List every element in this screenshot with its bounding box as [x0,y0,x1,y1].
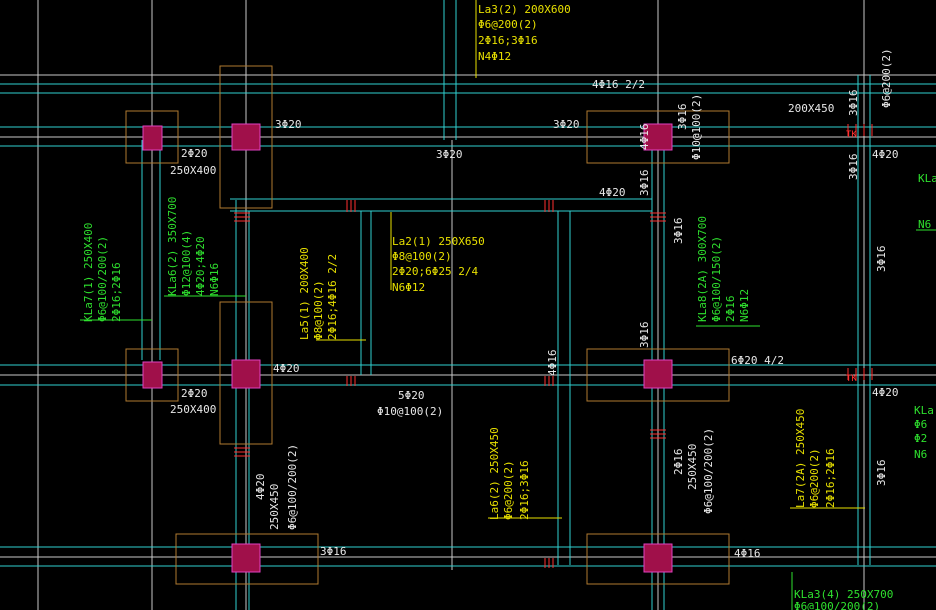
col-3phi16-bottom: 3Φ16 [847,90,860,117]
la5-bars: 2Φ16;4Φ16 2/2 [326,254,339,340]
kla6-n: N6Φ16 [208,263,221,296]
v-4phi20: 4Φ20 [254,474,267,501]
v-stirrup: Φ6@100/200(2) [702,428,715,514]
column-core[interactable] [142,125,163,151]
la7-title[interactable]: La7(2A) 250X450 [794,409,807,508]
mid-4phi20: 4Φ20 [599,186,626,199]
v-250x450: 250X450 [686,444,699,490]
c1-2phi20: 2Φ20 [181,147,208,160]
column-core[interactable] [231,543,261,573]
cad-drawing-canvas[interactable]: La3(2) 200X600 Φ6@200(2) 2Φ16;3Φ16 N4Φ12… [0,0,936,610]
right-3phi16-c: 3Φ16 [875,246,888,273]
red-ticks [234,124,873,568]
right-edge-green-2: N6 [918,218,931,231]
kla8-bars: 2Φ16 [724,296,737,323]
la6-bars: 2Φ16;3Φ16 [518,460,531,520]
right-4phi16: 4Φ16 [638,124,651,151]
kla3-stirrup: Φ6@100/200(2) [794,600,880,610]
kla8-n: N6Φ12 [738,289,751,322]
v-2phi16: 2Φ16 [672,449,685,476]
kla6-stirrup: Φ12@100(4) [180,230,193,296]
la7-bars: 2Φ16;2Φ16 [824,448,837,508]
red-tick-label-1: TK [846,130,857,140]
right-edge-stirrup: Φ6@200(2) [880,48,893,108]
mid-4phi20-b: 4Φ20 [273,362,300,375]
la2-title[interactable]: La2(1) 250X650 [392,235,485,248]
right-3phi16-a: 3Φ16 [676,104,689,131]
column-core[interactable] [643,359,673,389]
top-right-bars: 4Φ16 2/2 [592,78,645,91]
column-core[interactable] [142,361,163,389]
right-4phi20-b: 4Φ20 [872,386,899,399]
col-3phi16-top: 3Φ16 [638,170,651,197]
right-edge-green-4: Φ6 [914,418,927,431]
beam-lines [0,0,936,610]
kla7-stirrup: Φ6@100/200(2) [96,236,109,322]
c1-size: 250X400 [170,164,216,177]
la3-title[interactable]: La3(2) 200X600 [478,3,571,16]
right-3phi16-side: 3Φ16 [672,218,685,245]
kla6-bars: 4Φ20;4Φ20 [194,236,207,296]
c2-2phi20: 2Φ20 [181,387,208,400]
right-edge-green-3: KLa [914,404,934,417]
kla8-stirrup: Φ6@100/150(2) [710,236,723,322]
red-tick [544,200,554,212]
right-edge-green-5: Φ2 [914,432,927,445]
la3-bars: 2Φ16;3Φ16 [478,34,538,47]
right-3phi16-d: 3Φ16 [875,460,888,487]
la3-n: N4Φ12 [478,50,511,63]
right-edge-green-6: N6 [914,448,927,461]
bottom-3phi16: 3Φ16 [320,545,347,558]
la2-n: N6Φ12 [392,281,425,294]
c2-size: 250X400 [170,403,216,416]
la7-stirrup: Φ6@200(2) [808,448,821,508]
top-right-size: 200X450 [788,102,834,115]
la6-title[interactable]: La6(2) 250X450 [488,427,501,520]
right-stirrup-top: Φ10@100(2) [690,94,703,160]
annotations-horizontal: La3(2) 200X600 Φ6@200(2) 2Φ16;3Φ16 N4Φ12… [170,3,936,610]
annotations-vertical: KLa7(1) 250X400 Φ6@100/200(2) 2Φ16;2Φ16 … [82,48,893,530]
la5-stirrup: Φ8@100(2) [312,280,325,340]
kla6-title[interactable]: KLa6(2) 350X700 [166,197,179,296]
la6-stirrup: Φ6@200(2) [502,460,515,520]
kla8-title[interactable]: KLa8(2A) 300X700 [696,216,709,322]
beam-5phi20-stirrup: Φ10@100(2) [377,405,443,418]
kla7-bars: 2Φ16;2Φ16 [110,262,123,322]
right-edge-green-1: KLa [918,172,936,185]
kla7-title[interactable]: KLa7(1) 250X400 [82,223,95,322]
grid-lines [0,0,936,610]
bottom-4phi16: 4Φ16 [734,547,761,560]
structural-plan: La3(2) 200X600 Φ6@200(2) 2Φ16;3Φ16 N4Φ12… [0,0,936,610]
column-core[interactable] [231,359,261,389]
right-6phi20: 6Φ20 4/2 [731,354,784,367]
la5-title[interactable]: La5(1) 200X400 [298,247,311,340]
right-4phi20-a: 4Φ20 [872,148,899,161]
v-250x450-b: 250X450 [268,484,281,530]
col-3phi16-mid: 3Φ16 [638,322,651,349]
column-core[interactable] [643,543,673,573]
red-tick [346,200,356,212]
red-tick-label-2: TK [846,374,857,384]
la3-stirrup: Φ6@200(2) [478,18,538,31]
top-3phi20-a: 3Φ20 [275,118,302,131]
center-4phi16: 4Φ16 [546,350,559,377]
top-3phi20-b: 3Φ20 [553,118,580,131]
la2-stirrup: Φ8@100(2) [392,250,452,263]
right-3phi16-b: 3Φ16 [847,154,860,181]
beam-5phi20: 5Φ20 [398,389,425,402]
column-core[interactable] [231,123,261,151]
v-stirrup-b: Φ6@100/200(2) [286,444,299,530]
top-3phi20-c: 3Φ20 [436,148,463,161]
la2-bars: 2Φ20;6Φ25 2/4 [392,265,478,278]
